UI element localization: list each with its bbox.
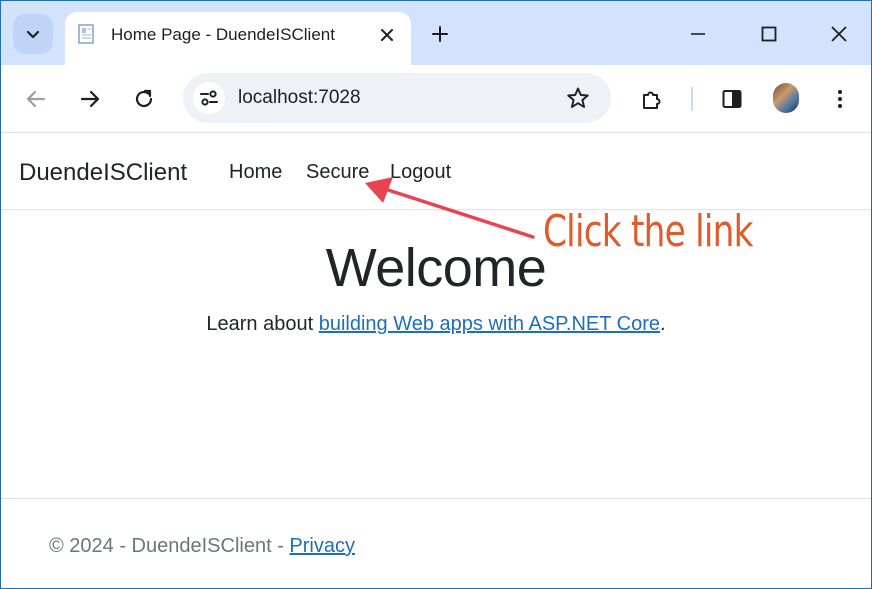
nav-link-secure[interactable]: Secure — [306, 161, 369, 184]
star-icon — [567, 87, 589, 108]
close-icon — [381, 29, 393, 41]
nav-link-logout[interactable]: Logout — [390, 161, 451, 184]
annotation-label: Click the link — [543, 206, 753, 257]
minimize-button[interactable] — [684, 20, 712, 48]
more-vertical-icon — [838, 90, 842, 108]
tab-title: Home Page - DuendeISClient — [111, 25, 335, 44]
site-brand-link[interactable]: DuendeISClient — [19, 159, 187, 187]
tab-strip: Home Page - DuendeISClient — [1, 1, 871, 65]
browser-toolbar: localhost:7028 — [1, 65, 871, 133]
nav-link-home[interactable]: Home — [229, 161, 282, 184]
forward-button[interactable] — [75, 84, 105, 114]
arrow-right-icon — [80, 90, 100, 108]
active-tab[interactable]: Home Page - DuendeISClient — [65, 12, 411, 65]
learn-prefix: Learn about — [206, 313, 319, 335]
reload-button[interactable] — [129, 84, 159, 114]
privacy-link[interactable]: Privacy — [289, 535, 355, 557]
learn-paragraph: Learn about building Web apps with ASP.N… — [1, 313, 871, 336]
new-tab-button[interactable] — [427, 21, 453, 47]
tune-icon — [200, 90, 218, 106]
browser-window: Home Page - DuendeISClient localhost:702… — [0, 0, 872, 589]
minimize-icon — [691, 33, 705, 35]
page-icon — [78, 24, 94, 44]
side-panel-icon — [722, 90, 742, 108]
toolbar-separator — [691, 87, 693, 111]
footer-text: © 2024 - DuendeISClient - Privacy — [49, 535, 355, 558]
extensions-button[interactable] — [637, 84, 667, 114]
url-text[interactable]: localhost:7028 — [238, 87, 361, 109]
aspnet-docs-link[interactable]: building Web apps with ASP.NET Core — [319, 313, 660, 335]
close-window-button[interactable] — [825, 20, 853, 48]
site-footer: © 2024 - DuendeISClient - Privacy — [1, 498, 871, 588]
site-navbar: DuendeISClient Home Secure Logout — [1, 134, 871, 210]
back-button[interactable] — [21, 84, 51, 114]
chevron-down-icon — [26, 30, 40, 39]
copyright-text: © 2024 - DuendeISClient - — [49, 535, 290, 557]
browser-menu-button[interactable] — [825, 84, 855, 114]
bookmark-button[interactable] — [565, 85, 591, 111]
arrow-left-icon — [26, 90, 46, 108]
maximize-button[interactable] — [755, 20, 783, 48]
side-panel-button[interactable] — [717, 84, 747, 114]
profile-avatar[interactable] — [773, 83, 799, 113]
tab-close-button[interactable] — [375, 23, 399, 47]
address-bar[interactable]: localhost:7028 — [183, 73, 611, 123]
plus-icon — [432, 26, 448, 42]
tab-search-button[interactable] — [13, 14, 53, 54]
puzzle-icon — [643, 91, 661, 109]
close-icon — [831, 26, 847, 42]
site-info-button[interactable] — [193, 82, 225, 114]
learn-suffix: . — [660, 313, 666, 335]
reload-icon — [135, 89, 153, 108]
maximize-icon — [761, 26, 777, 42]
